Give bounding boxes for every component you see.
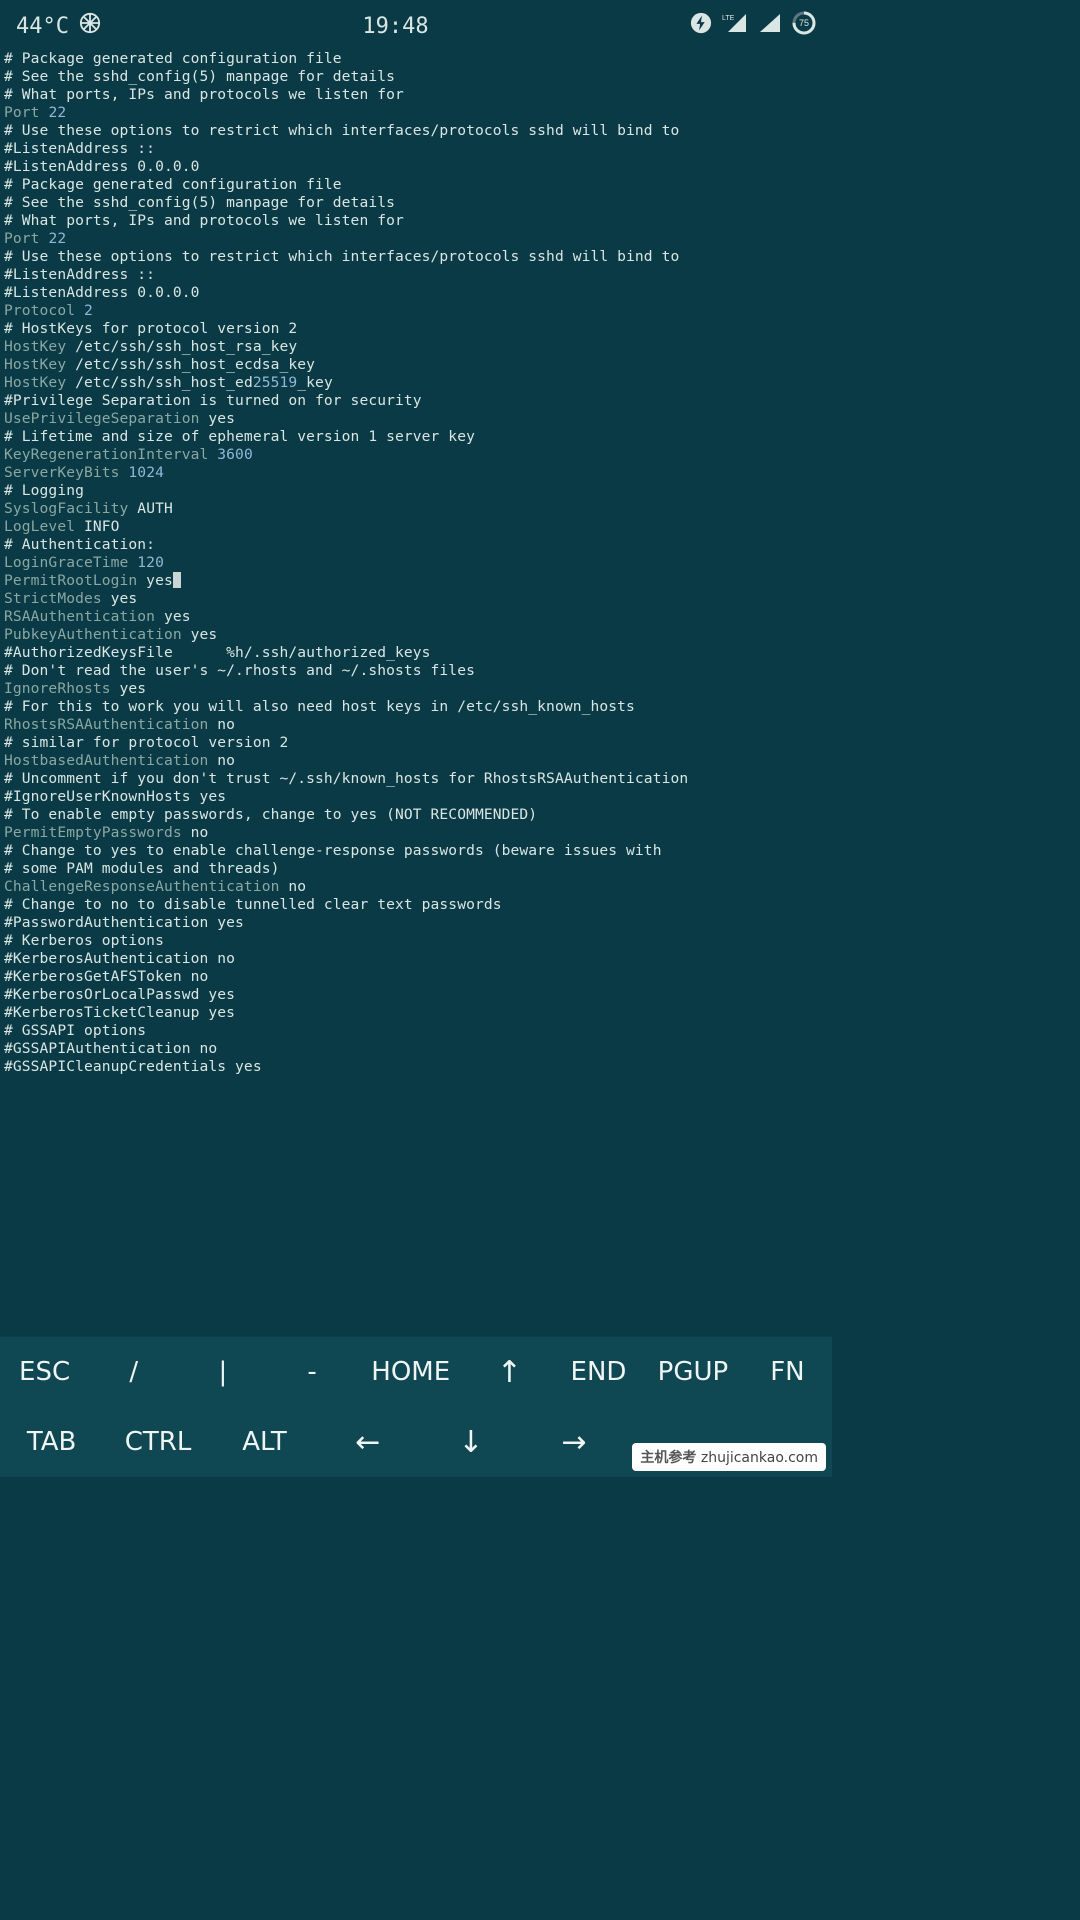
editor-line: # similar for protocol version 2 [4, 734, 828, 752]
r1-key-5[interactable]: ↑ [479, 1355, 539, 1390]
editor-line: # Use these options to restrict which in… [4, 248, 828, 266]
editor-line: #ListenAddress 0.0.0.0 [4, 158, 828, 176]
editor-line: HostKey /etc/ssh/ssh_host_ecdsa_key [4, 356, 828, 374]
editor-line: LogLevel INFO [4, 518, 828, 536]
r2-key-0[interactable]: TAB [22, 1427, 82, 1457]
editor-line: # Logging [4, 482, 828, 500]
editor-line: UsePrivilegeSeparation yes [4, 410, 828, 428]
editor-line: # Change to yes to enable challenge-resp… [4, 842, 828, 860]
editor-line: HostbasedAuthentication no [4, 752, 828, 770]
editor-line: #Privilege Separation is turned on for s… [4, 392, 828, 410]
editor-line: LoginGraceTime 120 [4, 554, 828, 572]
watermark: 主机参考 zhujicankao.com [632, 1443, 826, 1471]
r1-key-3[interactable]: - [282, 1357, 342, 1387]
editor-line: # Authentication: [4, 536, 828, 554]
fan-icon [79, 12, 101, 40]
editor-line: # Package generated configuration file [4, 176, 828, 194]
editor-line: # Lifetime and size of ephemeral version… [4, 428, 828, 446]
r1-key-0[interactable]: ESC [15, 1357, 75, 1387]
editor-line: #AuthorizedKeysFile %h/.ssh/authorized_k… [4, 644, 828, 662]
r1-key-6[interactable]: END [569, 1357, 629, 1387]
editor-line: # See the sshd_config(5) manpage for det… [4, 68, 828, 86]
editor-line: ChallengeResponseAuthentication no [4, 878, 828, 896]
key-row-1: ESC / |-HOME ↑ END PGUP FN [0, 1337, 832, 1407]
svg-text:LTE: LTE [722, 15, 735, 22]
editor-line: PubkeyAuthentication yes [4, 626, 828, 644]
editor-line: Port 22 [4, 230, 828, 248]
editor-line: # What ports, IPs and protocols we liste… [4, 86, 828, 104]
lte-signal-icon: LTE [722, 12, 748, 40]
editor-line: #KerberosAuthentication no [4, 950, 828, 968]
editor-line: # some PAM modules and threads) [4, 860, 828, 878]
editor-line: IgnoreRhosts yes [4, 680, 828, 698]
editor-line: # Package generated configuration file [4, 50, 828, 68]
editor-line: #GSSAPICleanupCredentials yes [4, 1058, 828, 1076]
editor-line: #ListenAddress :: [4, 266, 828, 284]
editor-line: #KerberosGetAFSToken no [4, 968, 828, 986]
editor-line: # See the sshd_config(5) manpage for det… [4, 194, 828, 212]
r1-key-4[interactable]: HOME [371, 1357, 450, 1387]
r2-key-4[interactable]: ↓ [441, 1425, 501, 1460]
r2-key-5[interactable]: → [544, 1425, 604, 1460]
r1-key-2[interactable]: | [193, 1357, 253, 1387]
text-cursor [173, 572, 181, 588]
editor-line: RhostsRSAAuthentication no [4, 716, 828, 734]
bolt-icon [690, 12, 712, 40]
status-bar: 44°C 19:48 LTE [0, 0, 832, 48]
editor-line: #KerberosTicketCleanup yes [4, 1004, 828, 1022]
editor-line: # To enable empty passwords, change to y… [4, 806, 828, 824]
editor-line: # What ports, IPs and protocols we liste… [4, 212, 828, 230]
editor-line: #IgnoreUserKnownHosts yes [4, 788, 828, 806]
battery-ring-icon: 75 [792, 11, 816, 41]
svg-text:75: 75 [799, 18, 809, 28]
editor-line: #KerberosOrLocalPasswd yes [4, 986, 828, 1004]
editor-line: Protocol 2 [4, 302, 828, 320]
r1-key-8[interactable]: FN [757, 1357, 817, 1387]
editor-line: #GSSAPIAuthentication no [4, 1040, 828, 1058]
editor-line: # For this to work you will also need ho… [4, 698, 828, 716]
editor-line: ServerKeyBits 1024 [4, 464, 828, 482]
terminal-editor[interactable]: # Package generated configuration file# … [0, 48, 832, 1076]
editor-line: KeyRegenerationInterval 3600 [4, 446, 828, 464]
editor-line: # GSSAPI options [4, 1022, 828, 1040]
editor-line: PermitEmptyPasswords no [4, 824, 828, 842]
editor-line: Port 22 [4, 104, 828, 122]
r2-key-3[interactable]: ← [338, 1425, 398, 1460]
editor-line: PermitRootLogin yes [4, 572, 828, 590]
editor-line: # Kerberos options [4, 932, 828, 950]
editor-line: # Uncomment if you don't trust ~/.ssh/kn… [4, 770, 828, 788]
editor-line: #ListenAddress :: [4, 140, 828, 158]
editor-line: RSAAuthentication yes [4, 608, 828, 626]
editor-line: StrictModes yes [4, 590, 828, 608]
editor-line: # Don't read the user's ~/.rhosts and ~/… [4, 662, 828, 680]
editor-line: HostKey /etc/ssh/ssh_host_rsa_key [4, 338, 828, 356]
editor-line: #ListenAddress 0.0.0.0 [4, 284, 828, 302]
signal-icon [758, 12, 782, 40]
r2-key-2[interactable]: ALT [235, 1427, 295, 1457]
editor-line: # Change to no to disable tunnelled clea… [4, 896, 828, 914]
editor-line: # HostKeys for protocol version 2 [4, 320, 828, 338]
r1-key-7[interactable]: PGUP [658, 1357, 729, 1387]
editor-line: #PasswordAuthentication yes [4, 914, 828, 932]
editor-line: # Use these options to restrict which in… [4, 122, 828, 140]
r1-key-1[interactable]: / [104, 1357, 164, 1387]
clock: 19:48 [362, 14, 428, 39]
editor-line: SyslogFacility AUTH [4, 500, 828, 518]
editor-line: HostKey /etc/ssh/ssh_host_ed25519_key [4, 374, 828, 392]
temperature: 44°C [16, 14, 69, 39]
r2-key-1[interactable]: CTRL [125, 1427, 192, 1457]
